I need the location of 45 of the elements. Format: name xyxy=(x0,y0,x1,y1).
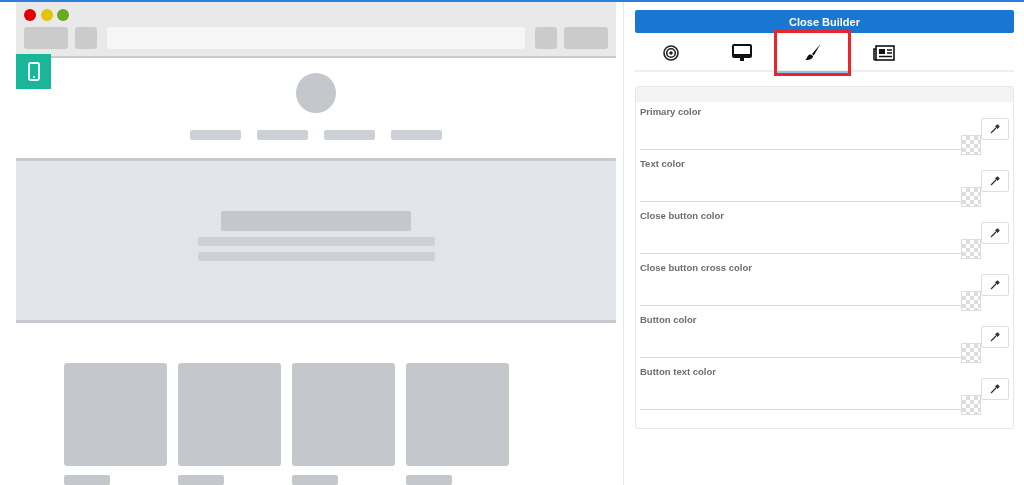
eyedropper-icon xyxy=(990,280,1000,290)
eyedropper-icon xyxy=(990,332,1000,342)
field-label: Close button color xyxy=(640,210,725,221)
placeholder-block xyxy=(75,27,97,49)
eyedropper-icon xyxy=(990,176,1000,186)
target-icon xyxy=(662,45,679,61)
color-swatch xyxy=(961,135,981,155)
placeholder-block xyxy=(564,27,608,49)
caption-placeholder xyxy=(291,475,338,485)
eyedropper-button[interactable] xyxy=(981,378,1009,400)
field-label: Button text color xyxy=(640,366,717,377)
caption-placeholder xyxy=(63,475,110,485)
field-label: Close button cross color xyxy=(640,262,753,273)
eyedropper-button[interactable] xyxy=(981,118,1009,140)
field-label: Text color xyxy=(640,158,686,169)
color-swatch xyxy=(961,187,981,207)
eyedropper-icon xyxy=(990,124,1000,134)
nav-placeholder xyxy=(324,130,375,140)
device-toggle-button[interactable] xyxy=(16,54,51,89)
nav-placeholder xyxy=(391,130,442,140)
color-swatch xyxy=(961,291,981,311)
color-swatch xyxy=(961,343,981,363)
close-builder-button[interactable]: Close Builder xyxy=(635,10,1014,33)
eyedropper-button[interactable] xyxy=(981,274,1009,296)
caption-placeholder xyxy=(405,475,452,485)
eyedropper-button[interactable] xyxy=(981,170,1009,192)
nav-placeholder xyxy=(257,130,308,140)
eyedropper-icon xyxy=(990,384,1000,394)
eyedropper-icon xyxy=(990,228,1000,238)
nav-placeholder xyxy=(190,130,241,140)
newspaper-icon xyxy=(872,45,895,61)
caption-placeholder xyxy=(177,475,224,485)
placeholder-block xyxy=(535,27,557,49)
phone-icon xyxy=(27,62,40,81)
field-label: Primary color xyxy=(640,106,703,117)
placeholder-block xyxy=(24,27,68,49)
eyedropper-button[interactable] xyxy=(981,326,1009,348)
avatar-placeholder xyxy=(296,73,336,113)
window-controls-icon xyxy=(24,8,70,22)
eyedropper-button[interactable] xyxy=(981,222,1009,244)
color-swatch xyxy=(961,239,981,259)
color-swatch xyxy=(961,395,981,415)
paintbrush-icon xyxy=(803,43,822,61)
field-label: Button color xyxy=(640,314,698,325)
monitor-icon xyxy=(731,44,752,62)
